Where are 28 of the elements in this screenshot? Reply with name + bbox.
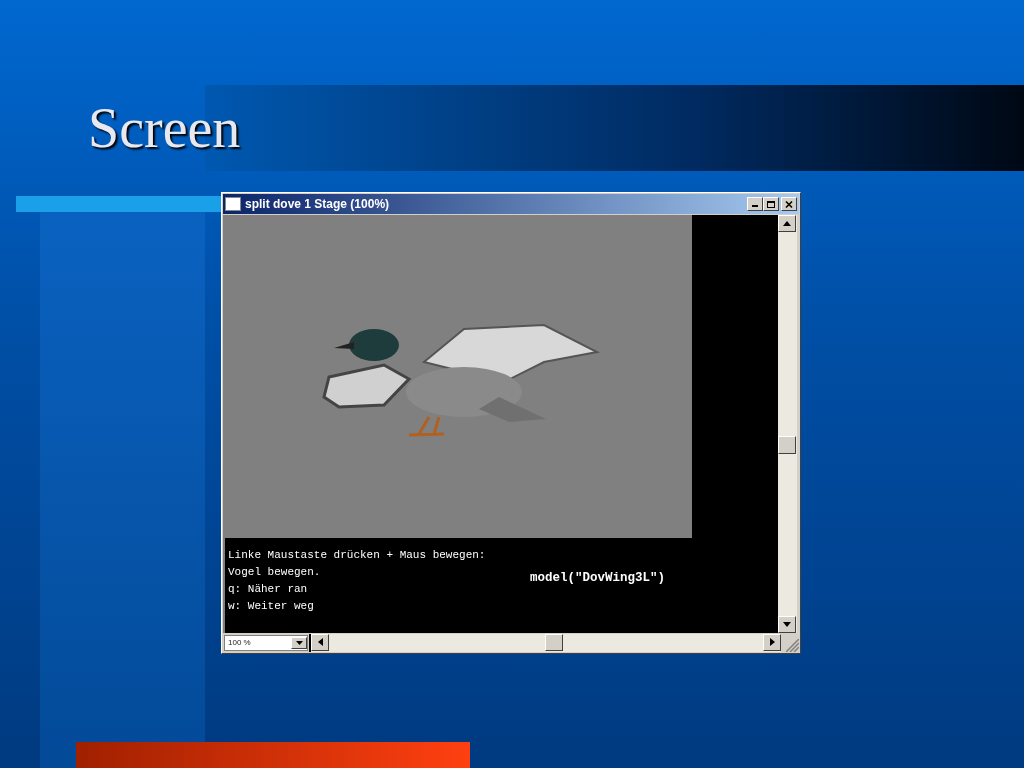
slide-title: Screen bbox=[88, 100, 241, 156]
maximize-icon bbox=[766, 199, 776, 209]
scroll-thumb[interactable] bbox=[545, 633, 563, 651]
model-label: model("DovWing3L") bbox=[530, 570, 666, 587]
down-arrow-icon bbox=[783, 622, 791, 627]
up-arrow-icon bbox=[783, 221, 791, 226]
scroll-down-button[interactable] bbox=[778, 616, 796, 633]
window-icon bbox=[225, 197, 241, 211]
scroll-right-button[interactable] bbox=[763, 633, 781, 651]
help-text: q: Näher ran bbox=[228, 582, 308, 597]
maximize-button[interactable] bbox=[763, 197, 779, 211]
horizontal-scrollbar[interactable] bbox=[309, 633, 781, 652]
resize-grip-icon[interactable] bbox=[786, 638, 799, 652]
left-arrow-icon bbox=[317, 638, 323, 646]
zoom-dropdown[interactable]: 100 % bbox=[224, 634, 308, 651]
window-title: split dove 1 Stage (100%) bbox=[245, 196, 391, 213]
minimize-icon bbox=[752, 205, 758, 207]
scroll-left-button[interactable] bbox=[311, 633, 329, 651]
minimize-button[interactable] bbox=[747, 197, 763, 211]
right-arrow-icon bbox=[769, 638, 775, 646]
scroll-thumb[interactable] bbox=[778, 436, 796, 454]
help-text: Linke Maustaste drücken + Maus bewegen: bbox=[228, 548, 486, 563]
scroll-up-button[interactable] bbox=[778, 215, 796, 232]
close-icon bbox=[784, 199, 794, 209]
close-button[interactable] bbox=[781, 197, 797, 211]
help-text: w: Weiter weg bbox=[228, 599, 314, 614]
vertical-scrollbar[interactable] bbox=[778, 215, 797, 633]
help-text: Vogel bewegen. bbox=[228, 565, 321, 580]
